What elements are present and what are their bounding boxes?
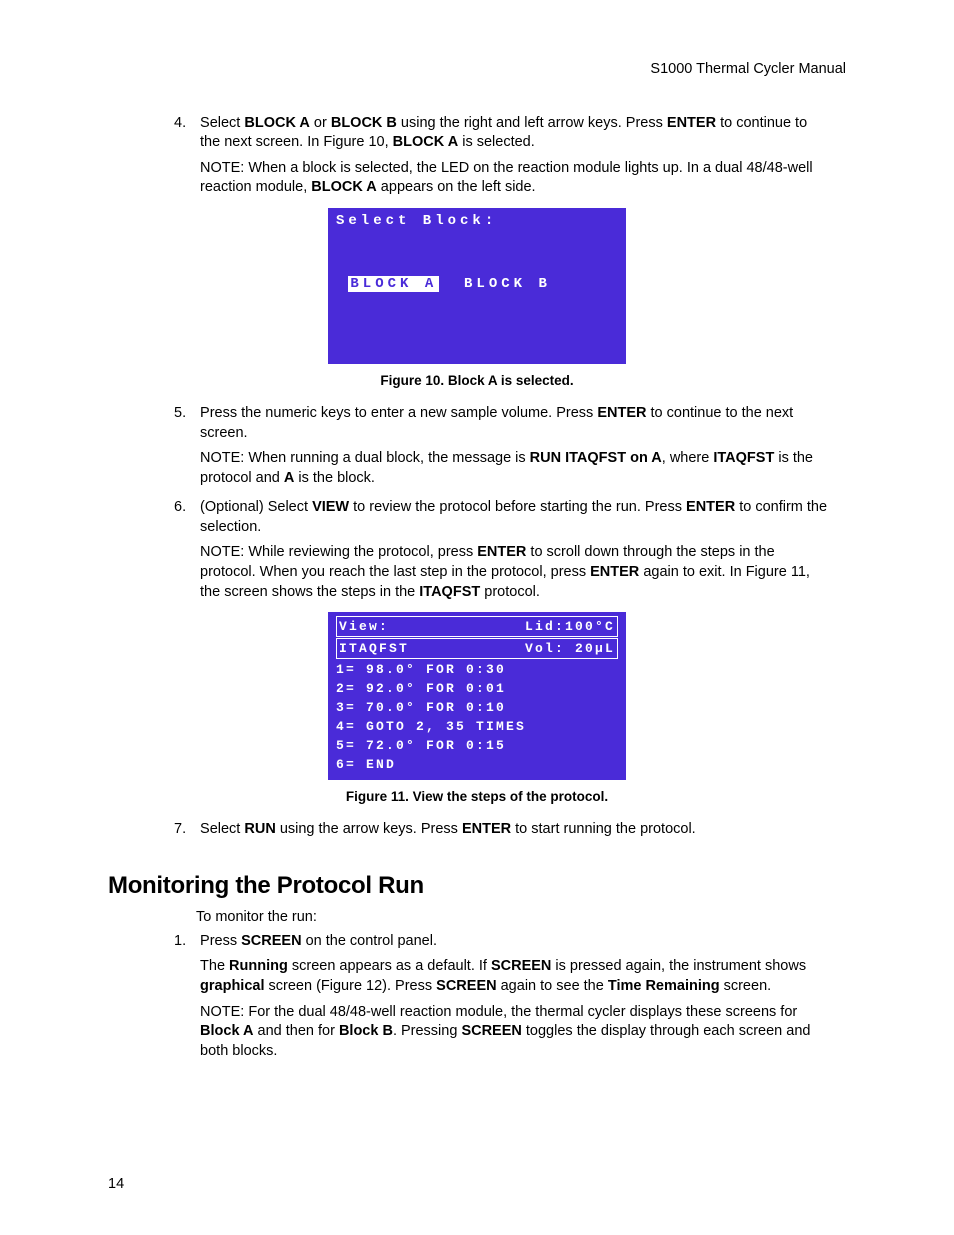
section-heading-monitoring: Monitoring the Protocol Run	[108, 870, 846, 902]
step-4-text: Select BLOCK A or BLOCK B using the righ…	[200, 115, 807, 151]
monitor-step-1-p2: The Running screen appears as a default.…	[200, 957, 830, 996]
step-6: 6. (Optional) Select VIEW to review the …	[196, 498, 846, 602]
figure-10: Select Block: BLOCK A BLOCK B	[108, 208, 846, 364]
step-7: 7. Select RUN using the arrow keys. Pres…	[196, 820, 846, 840]
monitor-step-1-note: NOTE: For the dual 48/48-well reaction m…	[200, 1003, 830, 1062]
fig10-block-a: BLOCK A	[348, 276, 439, 292]
step-4-num: 4.	[174, 114, 196, 134]
figure-10-caption: Figure 10. Block A is selected.	[108, 372, 846, 390]
step-6-text: (Optional) Select VIEW to review the pro…	[200, 499, 827, 535]
step-5-text: Press the numeric keys to enter a new sa…	[200, 405, 793, 441]
fig11-row-5: 5= 72.0° FOR 0:15	[336, 736, 618, 755]
step-6-note: NOTE: While reviewing the protocol, pres…	[200, 543, 830, 602]
fig11-h2r: Vol: 20µL	[525, 639, 615, 658]
fig10-title: Select Block:	[336, 212, 618, 231]
fig11-row-1: 1= 98.0° FOR 0:30	[336, 660, 618, 679]
step-4-note: NOTE: When a block is selected, the LED …	[200, 159, 830, 198]
step-7-text: Select RUN using the arrow keys. Press E…	[200, 821, 696, 837]
page-header: S1000 Thermal Cycler Manual	[108, 60, 846, 80]
monitor-step-1-num: 1.	[174, 932, 196, 952]
step-6-num: 6.	[174, 498, 196, 518]
fig11-h1l: View:	[339, 617, 389, 636]
fig10-block-b: BLOCK B	[464, 276, 551, 292]
fig11-row-3: 3= 70.0° FOR 0:10	[336, 698, 618, 717]
monitor-step-1-text: Press SCREEN on the control panel.	[200, 933, 437, 949]
fig11-h2l: ITAQFST	[339, 639, 409, 658]
page-number: 14	[108, 1175, 124, 1195]
figure-11-caption: Figure 11. View the steps of the protoco…	[108, 788, 846, 806]
step-5-num: 5.	[174, 404, 196, 424]
section2-intro: To monitor the run:	[196, 908, 846, 928]
monitor-step-1: 1. Press SCREEN on the control panel. Th…	[196, 932, 846, 1061]
fig11-h1r: Lid:100°C	[525, 617, 615, 636]
fig11-row-4: 4= GOTO 2, 35 TIMES	[336, 717, 618, 736]
fig11-row-6: 6= END	[336, 755, 618, 774]
figure-11: View: Lid:100°C ITAQFST Vol: 20µL 1= 98.…	[108, 612, 846, 780]
fig11-row-2: 2= 92.0° FOR 0:01	[336, 679, 618, 698]
step-5-note: NOTE: When running a dual block, the mes…	[200, 449, 830, 488]
step-7-num: 7.	[174, 820, 196, 840]
step-5: 5. Press the numeric keys to enter a new…	[196, 404, 846, 488]
step-4: 4. Select BLOCK A or BLOCK B using the r…	[196, 114, 846, 198]
